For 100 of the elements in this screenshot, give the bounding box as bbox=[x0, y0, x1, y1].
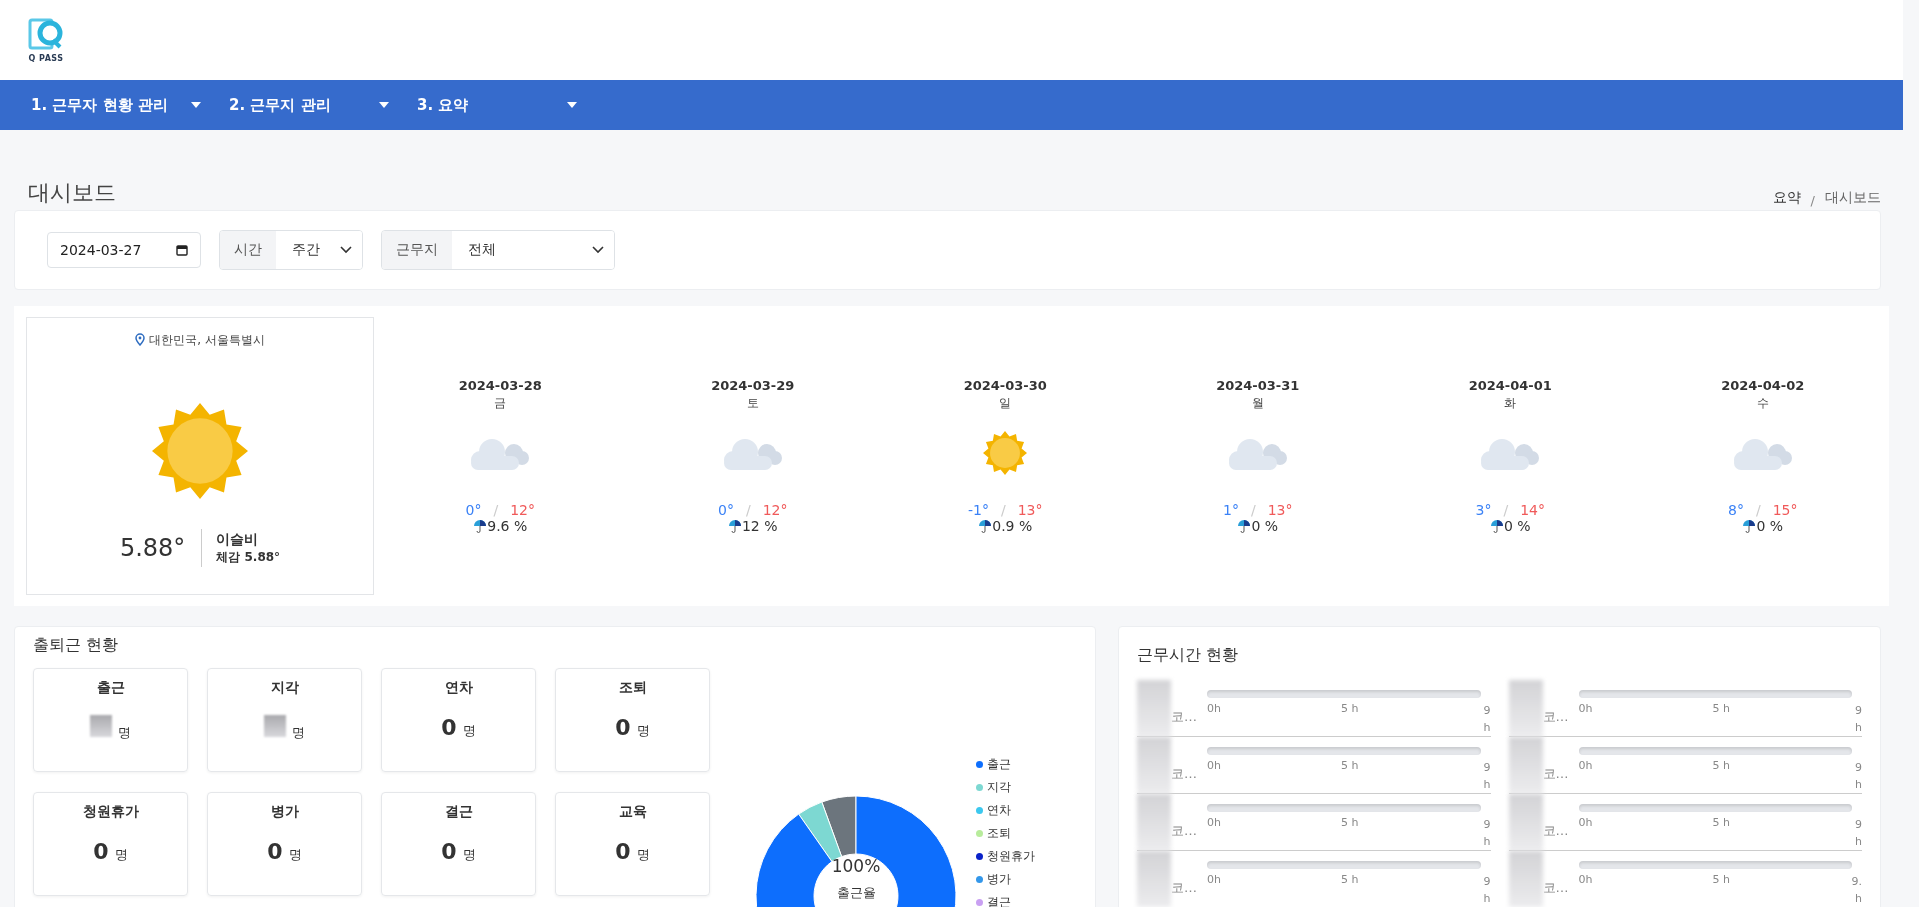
worker-label: 코… bbox=[1542, 879, 1570, 897]
breadcrumb-link[interactable]: 요약 bbox=[1772, 188, 1801, 207]
weather-description: 이슬비 bbox=[216, 530, 260, 549]
sun-icon bbox=[983, 431, 1028, 475]
blurred-name bbox=[1137, 851, 1171, 907]
stat-count: 0 bbox=[615, 839, 631, 864]
scale-label: 5 h bbox=[1712, 759, 1730, 774]
breadcrumb-link[interactable]: 대시보드 bbox=[1825, 188, 1881, 207]
feels-like-temperature: 체감 5.88° bbox=[216, 548, 281, 566]
forecast-weekday: 월 bbox=[1251, 395, 1264, 412]
time-select[interactable]: 시간 주간 bbox=[219, 230, 363, 270]
blurred-name bbox=[1137, 737, 1171, 793]
date-field[interactable]: 2024-03-27 bbox=[47, 232, 201, 268]
worker-label: 코… bbox=[1542, 822, 1570, 840]
legend-item: 조퇴 bbox=[976, 825, 1035, 842]
scale-label: 9 h bbox=[1482, 817, 1491, 850]
breadcrumb-separator: / bbox=[1810, 193, 1815, 208]
nav-menu-item[interactable]: 1. 근무자 현황 관리 bbox=[31, 95, 201, 115]
caret-icon bbox=[191, 102, 201, 108]
panel-title: 근무시간 현황 bbox=[1137, 645, 1240, 666]
nav-menu-item[interactable]: 3. 요약 bbox=[417, 95, 577, 115]
stat-unit: 명 bbox=[636, 846, 650, 864]
scale-label: 9 h bbox=[1482, 874, 1491, 907]
scale-label: 5 h bbox=[1712, 702, 1730, 717]
caret-icon bbox=[567, 102, 577, 108]
stat-unit: 명 bbox=[462, 846, 476, 864]
temperature-separator: / bbox=[493, 502, 499, 518]
blurred-name bbox=[1508, 737, 1543, 793]
forecast-weekday: 금 bbox=[494, 395, 507, 412]
stat-label: 지각 bbox=[270, 679, 299, 697]
page-title: 대시보드 bbox=[28, 179, 116, 207]
blurred-name bbox=[1137, 794, 1171, 850]
panel-title: 출퇴근 현황 bbox=[33, 635, 120, 656]
stat-count: 0 bbox=[441, 715, 457, 740]
legend-item: 병가 bbox=[976, 871, 1035, 888]
umbrella-icon bbox=[1489, 519, 1504, 533]
nav-menu-item[interactable]: 2. 근무지 관리 bbox=[229, 95, 389, 115]
low-temperature: 0° bbox=[718, 502, 734, 518]
scale-label: 0h bbox=[1207, 759, 1221, 774]
temperature-separator: / bbox=[1755, 502, 1761, 518]
logo-text: Q PASS bbox=[28, 53, 64, 63]
scale-label: 5 h bbox=[1341, 702, 1359, 717]
stat-unit: 명 bbox=[636, 722, 650, 740]
worker-label: 코… bbox=[1171, 765, 1198, 783]
site-select[interactable]: 근무지 전체 bbox=[381, 230, 615, 270]
forecast-weekday: 일 bbox=[999, 395, 1012, 412]
rain-probability: 0.9 % bbox=[992, 518, 1033, 534]
forecast-weekday: 수 bbox=[1756, 395, 1769, 412]
chevron-down-icon bbox=[592, 246, 604, 254]
scale-label: 5 h bbox=[1341, 816, 1359, 831]
stat-label: 청원휴가 bbox=[82, 803, 139, 821]
high-temperature: 14° bbox=[1520, 502, 1545, 518]
scale-label: 0h bbox=[1578, 816, 1593, 831]
location-label: 대한민국, 서울특별시 bbox=[135, 332, 265, 349]
worker-label: 코… bbox=[1542, 765, 1570, 783]
stat-label: 연차 bbox=[444, 679, 473, 697]
blurred-name bbox=[1137, 680, 1171, 736]
high-temperature: 12° bbox=[762, 502, 788, 518]
low-temperature: 8° bbox=[1728, 502, 1744, 518]
scale-label: 0h bbox=[1578, 873, 1593, 888]
chevron-down-icon bbox=[340, 246, 352, 254]
legend-item: 결근 bbox=[976, 894, 1035, 907]
stat-label: 교육 bbox=[618, 803, 647, 821]
forecast-date: 2024-04-02 bbox=[1721, 378, 1805, 393]
scale-label: 9. h bbox=[1850, 874, 1862, 907]
caret-icon bbox=[379, 102, 389, 108]
umbrella-icon bbox=[978, 519, 993, 533]
rain-probability: 9.6 % bbox=[487, 518, 528, 534]
location-pin-icon bbox=[135, 333, 146, 346]
legend-item: 청원휴가 bbox=[976, 848, 1035, 865]
scale-label: 5 h bbox=[1341, 873, 1359, 888]
stat-label: 조퇴 bbox=[618, 679, 647, 697]
stat-unit: 명 bbox=[462, 722, 476, 740]
stat-label: 병가 bbox=[270, 803, 299, 821]
scale-label: 0h bbox=[1207, 702, 1221, 717]
legend-item: 출근 bbox=[976, 756, 1035, 773]
logo[interactable]: Q PASS bbox=[28, 17, 64, 63]
forecast-weekday: 화 bbox=[1504, 395, 1517, 412]
stat-count: 0 bbox=[615, 715, 631, 740]
forecast-date: 2024-03-29 bbox=[711, 378, 795, 393]
worker-label: 코… bbox=[1171, 708, 1198, 726]
stat-unit: 명 bbox=[292, 724, 305, 742]
scale-label: 0h bbox=[1578, 759, 1593, 774]
temperature-separator: / bbox=[745, 502, 751, 518]
rain-probability: 12 % bbox=[741, 518, 778, 534]
scale-label: 9 h bbox=[1854, 817, 1862, 850]
forecast-weekday: 토 bbox=[746, 395, 759, 412]
worker-label: 코… bbox=[1542, 708, 1570, 726]
scale-label: 9 h bbox=[1482, 703, 1491, 736]
worker-label: 코… bbox=[1171, 822, 1198, 840]
high-temperature: 13° bbox=[1267, 502, 1293, 518]
scale-label: 0h bbox=[1578, 702, 1593, 717]
legend-item: 지각 bbox=[976, 779, 1035, 796]
stat-count: 0 bbox=[441, 839, 457, 864]
calendar-icon bbox=[176, 244, 188, 256]
scale-label: 0h bbox=[1207, 873, 1221, 888]
high-temperature: 15° bbox=[1772, 502, 1798, 518]
low-temperature: 1° bbox=[1223, 502, 1239, 518]
stat-unit: 명 bbox=[288, 846, 302, 864]
high-temperature: 12° bbox=[510, 502, 535, 518]
